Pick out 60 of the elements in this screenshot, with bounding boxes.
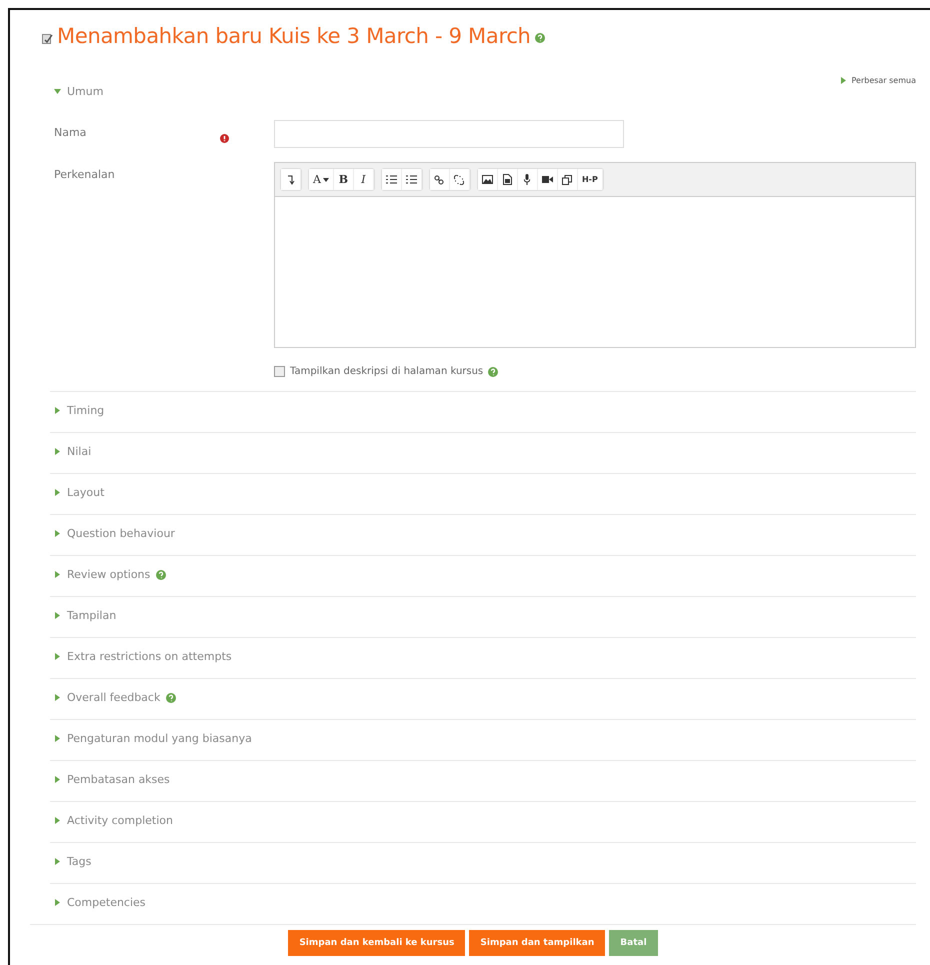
save-button[interactable]: Simpan dan tampilkan	[469, 930, 606, 956]
caret-down-icon	[54, 88, 61, 95]
caret-right-icon	[54, 530, 61, 537]
section-header[interactable]: Question behaviour	[50, 527, 916, 540]
caret-right-icon	[54, 448, 61, 455]
caret-right-icon	[54, 776, 61, 783]
help-icon[interactable]	[156, 570, 166, 580]
image-icon	[482, 175, 493, 184]
field-label: Nama	[53, 125, 88, 141]
caret-right-icon	[54, 571, 61, 578]
cancel-button[interactable]: Batal	[609, 930, 658, 956]
name-field[interactable]	[274, 120, 624, 148]
caret-right-icon	[54, 858, 61, 865]
section-header[interactable]: Nilai	[50, 445, 916, 458]
help-icon[interactable]	[534, 33, 545, 43]
caret-right-icon	[54, 489, 61, 496]
checkbox[interactable]	[274, 366, 285, 377]
file-icon	[502, 174, 512, 185]
unlink-icon	[454, 174, 464, 184]
toolbar-toggle-button[interactable]	[281, 169, 301, 190]
numbered-list-icon	[406, 175, 417, 184]
arrow-down-icon	[286, 174, 294, 184]
expand-all-link[interactable]: Perbesar semua	[840, 76, 916, 85]
section-header[interactable]: Umum	[50, 85, 916, 98]
section-header[interactable]: Activity completion	[50, 814, 916, 827]
section-header[interactable]: Competencies	[50, 896, 916, 909]
caret-right-icon	[54, 612, 61, 619]
caret-right-icon	[840, 77, 848, 84]
bullet-list-button[interactable]	[382, 169, 402, 190]
caret-right-icon	[54, 899, 61, 906]
quiz-icon	[42, 33, 53, 44]
section-header[interactable]: Pengaturan modul yang biasanya	[50, 732, 916, 745]
caret-right-icon	[54, 694, 61, 701]
help-icon[interactable]	[166, 692, 176, 702]
page-title: Menambahkan baru Kuis ke 3 March - 9 March	[57, 24, 531, 48]
help-icon[interactable]	[488, 366, 498, 376]
video-camera-icon	[542, 176, 553, 183]
section-header[interactable]: Tampilan	[50, 609, 916, 622]
link-icon	[434, 174, 444, 184]
section-header[interactable]: Pembatasan akses	[50, 773, 916, 786]
bullet-list-icon	[386, 175, 397, 184]
checkbox-label[interactable]: Tampilkan deskripsi di halaman kursus	[290, 366, 484, 377]
caret-right-icon	[54, 653, 61, 660]
section-header[interactable]: Tags	[50, 855, 916, 868]
copy-icon	[562, 174, 572, 184]
caret-down-icon	[322, 178, 329, 182]
microphone-icon	[524, 174, 530, 185]
font-button[interactable]: A	[309, 169, 334, 190]
image-button[interactable]	[478, 169, 498, 190]
save-button[interactable]: Simpan dan kembali ke kursus	[288, 930, 466, 956]
section-header[interactable]: Extra restrictions on attempts	[50, 650, 916, 663]
link-button[interactable]	[430, 169, 450, 190]
section-header[interactable]: Layout	[50, 486, 916, 499]
section-header[interactable]: Review options	[50, 568, 916, 581]
caret-right-icon	[54, 817, 61, 824]
section-header[interactable]: Timing	[50, 404, 916, 417]
caret-right-icon	[54, 735, 61, 742]
field-label: Perkenalan	[53, 167, 116, 183]
caret-right-icon	[54, 407, 61, 414]
section-header[interactable]: Overall feedback	[50, 691, 916, 704]
